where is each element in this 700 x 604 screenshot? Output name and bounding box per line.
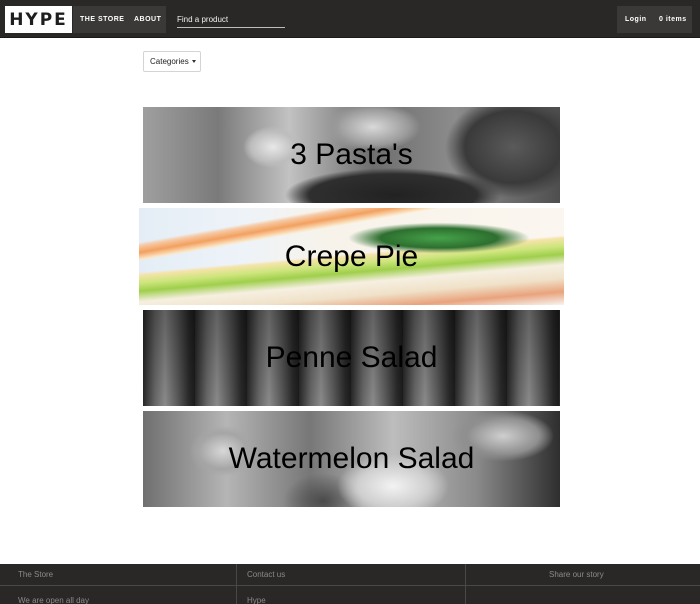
product-title: Crepe Pie [284, 239, 419, 273]
product-tile-3-pastas[interactable]: 3 Pasta's [143, 107, 560, 203]
cart-link[interactable]: 0 items [650, 6, 687, 33]
product-tile-watermelon-salad[interactable]: Watermelon Salad [143, 411, 560, 507]
top-navbar: HYPE THE STORE ABOUT Login 0 items [0, 0, 700, 38]
product-title: 3 Pasta's [290, 138, 413, 171]
footer-text-open-hours: We are open all day [18, 596, 90, 604]
categories-dropdown-button[interactable]: Categories [143, 51, 201, 72]
footer-divider [0, 585, 700, 586]
product-tile-penne-salad[interactable]: Penne Salad [143, 310, 560, 406]
account-nav: Login 0 items [617, 6, 692, 33]
nav-the-store[interactable]: THE STORE [73, 6, 128, 33]
product-tile-crepe-pie[interactable]: Crepe Pie [139, 208, 564, 305]
search-input[interactable] [177, 10, 285, 28]
categories-label: Categories [150, 57, 189, 66]
footer-link-contact-us[interactable]: Contact us [247, 570, 285, 579]
main-nav: THE STORE ABOUT [73, 6, 166, 33]
footer-link-share-story[interactable]: Share our story [549, 570, 604, 579]
footer-text-hype: Hype [247, 596, 266, 604]
login-link[interactable]: Login [617, 6, 650, 33]
nav-about[interactable]: ABOUT [128, 6, 161, 33]
product-title: Penne Salad [265, 341, 438, 374]
product-title: Watermelon Salad [228, 442, 475, 475]
footer-link-the-store[interactable]: The Store [18, 570, 53, 579]
hype-logo[interactable]: HYPE [5, 6, 72, 33]
caret-down-icon [191, 60, 196, 63]
